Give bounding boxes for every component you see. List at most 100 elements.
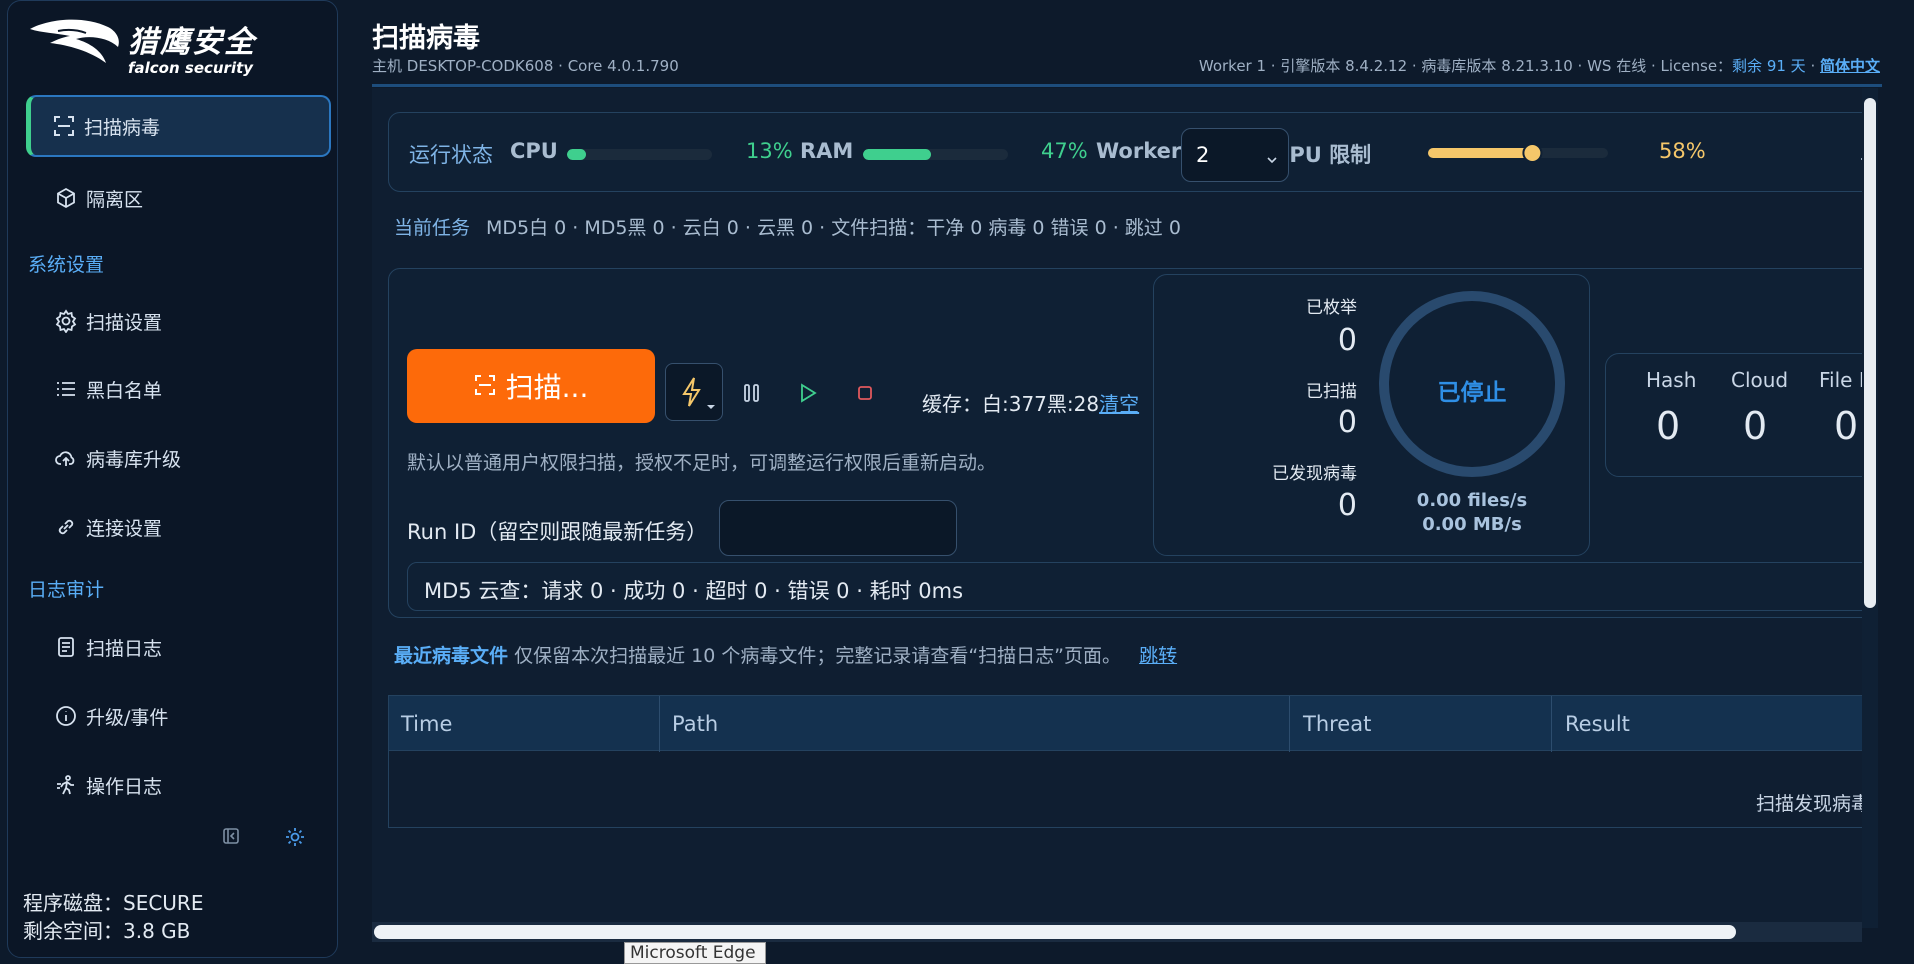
file-label: File E	[1819, 368, 1862, 392]
falcon-logo-icon	[30, 19, 119, 63]
sidebar-item-upgrade-events[interactable]: 升级/事件	[26, 685, 331, 747]
file-value: 0	[1834, 404, 1859, 448]
separator: ·	[1805, 57, 1820, 75]
free-space-label: 剩余空间：3.8 GB	[23, 919, 191, 943]
recent-virus-table: Time Path Threat Result 暂 扫描发现病毒后将	[388, 695, 1862, 928]
ram-label: RAM	[800, 139, 854, 163]
md5-cloud-summary: MD5 云查：请求 0 · 成功 0 · 超时 0 · 错误 0 · 耗时 0m…	[407, 562, 1862, 611]
sidebar-item-quarantine[interactable]: 隔离区	[26, 167, 331, 229]
ram-usage-bar	[863, 149, 1008, 160]
pause-icon	[744, 384, 759, 402]
engine-status: Worker 1 · 引擎版本 8.4.2.12 · 病毒库版本 8.21.3.…	[1199, 55, 1880, 76]
sidebar-item-scan-virus[interactable]: 扫描病毒	[26, 95, 331, 157]
sidebar-item-scan-log[interactable]: 扫描日志	[26, 616, 331, 678]
files-rate: 0.00 files/s	[1416, 490, 1528, 511]
sidebar-item-connection[interactable]: 连接设置	[26, 496, 331, 558]
vertical-scrollbar[interactable]	[1862, 88, 1878, 928]
horizontal-scroll-thumb[interactable]	[374, 925, 1736, 939]
recent-virus-title: 最近病毒文件	[394, 645, 509, 667]
column-divider	[1551, 696, 1552, 752]
sidebar-item-db-upgrade[interactable]: 病毒库升级	[26, 427, 331, 489]
cpu-usage-bar	[567, 149, 712, 160]
content-area: 运行状态 CPU 13% RAM 47% Worker CPU 限制 58% 2	[372, 88, 1862, 928]
cube-icon	[54, 186, 78, 210]
scan-state: 已停止	[1437, 380, 1507, 406]
stop-button[interactable]	[850, 378, 880, 408]
column-divider	[659, 696, 660, 752]
scan-button-label: 扫描...	[505, 371, 589, 404]
hash-label: Hash	[1646, 368, 1697, 392]
jump-link[interactable]: 跳转	[1139, 645, 1177, 667]
group-log-audit: 日志审计	[28, 579, 105, 601]
resume-button[interactable]	[793, 378, 823, 408]
page-title: 扫描病毒	[372, 23, 480, 54]
group-system-settings: 系统设置	[28, 254, 105, 276]
sidebar-item-blacklist[interactable]: 黑白名单	[26, 358, 331, 420]
cpu-limit-slider[interactable]	[1428, 143, 1608, 163]
disk-label: 程序磁盘：SECURE	[23, 891, 204, 915]
sidebar-item-label: 黑白名单	[86, 379, 163, 402]
sidebar-item-label: 隔离区	[86, 188, 144, 211]
run-id-input[interactable]	[719, 500, 957, 556]
current-task-summary: MD5白 0 · MD5黑 0 · 云白 0 · 云黑 0 · 文件扫描：干净 …	[486, 217, 1181, 239]
pause-button[interactable]	[737, 378, 767, 408]
gear-icon	[54, 309, 78, 333]
license-remaining: 剩余 91 天	[1732, 57, 1806, 75]
enumerated-value: 0	[1337, 323, 1357, 358]
sidebar-item-label: 连接设置	[86, 517, 163, 540]
list-icon	[54, 377, 78, 401]
info-icon	[54, 704, 78, 728]
theme-sun-icon[interactable]	[285, 827, 305, 852]
quick-scan-dropdown[interactable]	[665, 363, 723, 421]
cloud-upgrade-icon	[54, 446, 78, 470]
cache-label: 缓存：白:377黑:28	[922, 392, 1100, 416]
ram-usage-value: 47%	[1041, 139, 1088, 163]
col-time[interactable]: Time	[401, 712, 452, 736]
runtime-status-label: 运行状态	[409, 143, 493, 167]
sidebar-item-label: 操作日志	[86, 775, 163, 798]
table-header: Time Path Threat Result	[388, 695, 1862, 752]
engine-status-text: Worker 1 · 引擎版本 8.4.2.12 · 病毒库版本 8.21.3.…	[1198, 57, 1733, 75]
sidebar: 猎鹰安全 falcon security 扫描病毒 隔离区 系统设置 扫描设置 …	[7, 0, 338, 958]
recent-virus-header: 最近病毒文件 仅保留本次扫描最近 10 个病毒文件；完整记录请查看“扫描日志”页…	[394, 641, 1177, 668]
column-divider	[1289, 696, 1290, 752]
horizontal-scrollbar[interactable]	[372, 922, 1862, 942]
taskbar-tooltip: Microsoft Edge	[624, 942, 766, 964]
scan-button[interactable]: 扫描...	[407, 349, 655, 423]
cpu-limit-value: 58%	[1659, 139, 1706, 163]
cpu-usage-value: 13%	[746, 139, 793, 163]
hash-value: 0	[1656, 404, 1681, 448]
table-empty-row: 暂 扫描发现病毒后将	[388, 751, 1862, 828]
document-icon	[54, 635, 78, 659]
worker-select-value: 2	[1196, 143, 1210, 167]
clear-cache-link[interactable]: 清空	[1099, 392, 1139, 416]
host-info: 主机 DESKTOP-CODK608 · Core 4.0.1.790	[372, 57, 679, 75]
sidebar-item-label: 病毒库升级	[86, 448, 182, 471]
sidebar-item-label: 扫描日志	[86, 637, 163, 660]
cloud-label: Cloud	[1731, 368, 1789, 392]
current-task-line: 当前任务 MD5白 0 · MD5黑 0 · 云白 0 · 云黑 0 · 文件扫描…	[394, 213, 1181, 240]
recent-virus-desc: 仅保留本次扫描最近 10 个病毒文件；完整记录请查看“扫描日志”页面。	[514, 645, 1122, 667]
cpu-usage-fill	[567, 149, 586, 160]
sidebar-item-scan-settings[interactable]: 扫描设置	[26, 290, 331, 352]
scan-icon	[474, 370, 496, 403]
cloud-value: 0	[1743, 404, 1768, 448]
header-divider	[372, 84, 1882, 87]
chevron-down-icon	[1266, 145, 1278, 169]
col-threat[interactable]: Threat	[1303, 712, 1371, 736]
metrics-card: Hash 0 Cloud 0 File E 0	[1605, 353, 1862, 477]
sidebar-item-operation-log[interactable]: 操作日志	[26, 754, 331, 816]
caret-down-icon	[707, 405, 715, 409]
logo: 猎鹰安全 falcon security	[28, 15, 268, 77]
lightning-icon	[682, 377, 701, 407]
col-path[interactable]: Path	[672, 712, 718, 736]
found-value: 0	[1337, 488, 1357, 523]
main-area: 扫描病毒 主机 DESKTOP-CODK608 · Core 4.0.1.790…	[372, 0, 1914, 962]
runtime-status-bar: 运行状态 CPU 13% RAM 47% Worker CPU 限制 58%	[388, 112, 1862, 192]
collapse-sidebar-icon[interactable]	[222, 827, 240, 850]
language-switch[interactable]: 简体中文	[1820, 57, 1880, 75]
col-result[interactable]: Result	[1565, 712, 1630, 736]
user-activity-icon	[54, 773, 78, 797]
worker-select[interactable]: 2	[1181, 128, 1289, 182]
vertical-scroll-thumb[interactable]	[1864, 98, 1876, 608]
